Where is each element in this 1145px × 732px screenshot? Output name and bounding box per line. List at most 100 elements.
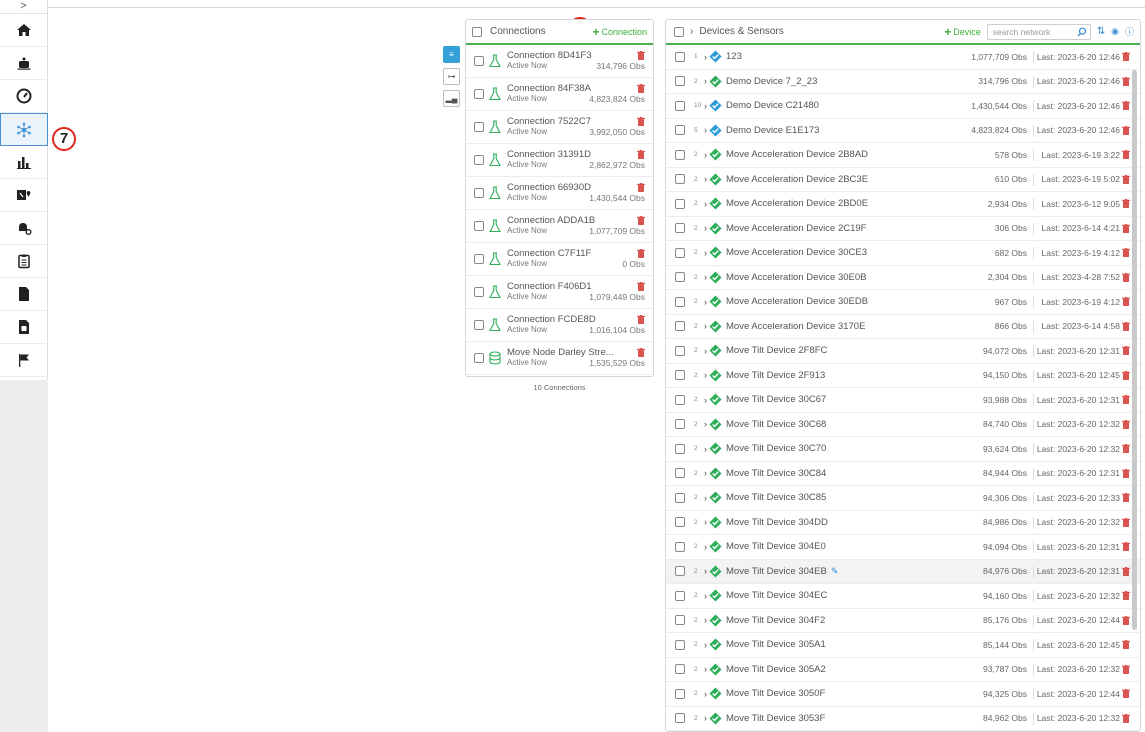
device-checkbox[interactable] [675, 247, 685, 258]
trash-icon[interactable] [1122, 689, 1130, 698]
connection-name[interactable]: Connection 84F38A [507, 84, 591, 94]
connection-row[interactable]: Connection 7522C7 Active Now 3,992,050 Obs [466, 111, 653, 144]
device-name[interactable]: Demo Device E1E173 [726, 125, 819, 136]
trash-icon[interactable] [637, 84, 645, 93]
connection-name[interactable]: Connection 66930D [507, 183, 591, 193]
device-row[interactable]: 5 › Demo Device E1E173 4,823,824 Obs Last: 2… [666, 119, 1140, 143]
device-row[interactable]: 2 › Move Tilt Device 304E0 94,094 Obs Last: … [666, 535, 1140, 560]
device-name[interactable]: Move Acceleration Device 2C19F [726, 223, 866, 234]
device-name[interactable]: Move Tilt Device 2F913 [726, 370, 825, 381]
device-checkbox[interactable] [675, 468, 685, 479]
device-name[interactable]: Move Tilt Device 30C70 [726, 443, 826, 454]
expand-chevron-icon[interactable]: › [704, 52, 707, 62]
trash-icon[interactable] [1122, 468, 1130, 478]
trash-icon[interactable] [1122, 395, 1130, 404]
device-name[interactable]: Move Tilt Device 30C84 [726, 468, 826, 479]
connection-row[interactable]: Connection 66930D Active Now 1,430,544 Obs [466, 177, 653, 210]
device-name[interactable]: Move Tilt Device 305A2 [726, 664, 826, 675]
trash-icon[interactable] [637, 315, 645, 324]
device-checkbox[interactable] [675, 419, 685, 430]
device-checkbox[interactable] [675, 370, 685, 381]
connection-name[interactable]: Connection F406D1 [507, 282, 592, 292]
trash-icon[interactable] [1122, 76, 1130, 86]
trash-icon[interactable] [1122, 199, 1130, 208]
device-row[interactable]: 2 › Move Tilt Device 304EC 94,160 Obs Last: … [666, 584, 1140, 609]
device-checkbox[interactable] [675, 394, 685, 405]
device-checkbox[interactable] [675, 590, 685, 601]
edit-pencil-icon[interactable]: ✎ [831, 566, 839, 577]
connection-row[interactable]: Connection C7F11F Active Now 0 Obs [466, 243, 653, 276]
device-name[interactable]: Move Tilt Device 305A1 [726, 639, 826, 650]
trash-icon[interactable] [637, 51, 645, 60]
device-row[interactable]: 2 › Move Tilt Device 30C68 84,740 Obs Last: … [666, 413, 1140, 437]
device-row[interactable]: 2 › Move Acceleration Device 30CE3 682 Obs L… [666, 241, 1140, 266]
expand-chevron-icon[interactable]: › [704, 517, 707, 527]
expand-chevron-icon[interactable]: › [704, 101, 707, 111]
nav-alerts[interactable] [0, 212, 48, 245]
device-checkbox[interactable] [675, 345, 685, 356]
device-row[interactable]: 2 › Move Tilt Device 30C84 84,944 Obs Last: … [666, 462, 1140, 486]
connection-name[interactable]: Connection 31391D [507, 150, 591, 160]
expand-chevron-icon[interactable]: › [704, 395, 707, 405]
connection-name[interactable]: Connection C7F11F [507, 249, 591, 259]
connection-checkbox[interactable] [474, 221, 484, 231]
expand-chevron-icon[interactable]: › [704, 272, 707, 282]
trash-icon[interactable] [637, 348, 645, 357]
trash-icon[interactable] [637, 282, 645, 291]
device-name[interactable]: Move Tilt Device 3050F [726, 688, 825, 699]
device-checkbox[interactable] [675, 639, 685, 650]
trash-icon[interactable] [1122, 517, 1130, 527]
device-name[interactable]: Move Acceleration Device 30CE3 [726, 247, 867, 258]
device-checkbox[interactable] [675, 100, 685, 111]
device-checkbox[interactable] [675, 125, 685, 136]
trash-icon[interactable] [637, 117, 645, 126]
device-checkbox[interactable] [675, 272, 685, 283]
device-row[interactable]: 2 › Move Tilt Device 2F8FC 94,072 Obs Last: … [666, 339, 1140, 364]
trash-icon[interactable] [1122, 640, 1130, 649]
device-checkbox[interactable] [675, 615, 685, 626]
expand-chevron-icon[interactable]: › [704, 444, 707, 454]
connection-row[interactable]: Connection F406D1 Active Now 1,079,449 Obs [466, 276, 653, 309]
nav-home[interactable] [0, 14, 48, 47]
device-name[interactable]: Move Acceleration Device 2B8AD [726, 149, 868, 160]
connection-checkbox[interactable] [474, 287, 484, 297]
device-row[interactable]: 2 › Move Acceleration Device 2C19F 306 Obs L… [666, 217, 1140, 241]
trash-icon[interactable] [1122, 444, 1130, 453]
device-row[interactable]: 2 › Move Tilt Device 3053F 84,962 Obs Last: … [666, 707, 1140, 731]
expand-chevron-icon[interactable]: › [704, 223, 707, 233]
connection-name[interactable]: Connection FCDE8D [507, 315, 596, 325]
device-checkbox[interactable] [675, 223, 685, 234]
trash-icon[interactable] [637, 249, 645, 258]
device-checkbox[interactable] [675, 566, 685, 577]
device-checkbox[interactable] [675, 713, 685, 724]
trash-icon[interactable] [1122, 566, 1130, 576]
connection-checkbox[interactable] [474, 122, 484, 132]
expand-chevron-icon[interactable]: › [704, 76, 707, 86]
device-row[interactable]: 2 › Move Acceleration Device 2BC3E 610 Obs L… [666, 168, 1140, 192]
device-row[interactable]: 2 › Move Tilt Device 304DD 84,986 Obs Last: … [666, 511, 1140, 535]
trash-icon[interactable] [1122, 174, 1130, 184]
expand-all-chevron-icon[interactable]: › [690, 26, 693, 37]
expand-chevron-icon[interactable]: › [704, 591, 707, 601]
trash-icon[interactable] [1122, 125, 1130, 135]
device-checkbox[interactable] [675, 541, 685, 552]
device-name[interactable]: Move Acceleration Device 30EDB [726, 296, 868, 307]
device-name[interactable]: Move Tilt Device 304EC [726, 590, 827, 601]
device-name[interactable]: Move Tilt Device 304DD [726, 517, 828, 528]
connection-checkbox[interactable] [474, 254, 484, 264]
nav-flag[interactable] [0, 344, 48, 377]
expand-chevron-icon[interactable]: › [704, 566, 707, 576]
device-name[interactable]: 123 [726, 51, 742, 62]
signal-view-button[interactable]: ▂▄ [443, 90, 460, 107]
trash-icon[interactable] [1122, 346, 1130, 355]
help-icon[interactable]: ⓘ [1125, 25, 1134, 38]
select-all-connections-checkbox[interactable] [472, 26, 482, 37]
device-row[interactable]: 2 › Move Tilt Device 30C67 93,988 Obs Last: … [666, 388, 1140, 413]
device-name[interactable]: Demo Device C21480 [726, 100, 819, 111]
sort-icon[interactable]: ⇅ [1097, 26, 1105, 37]
connection-checkbox[interactable] [474, 353, 484, 363]
expand-chevron-icon[interactable]: › [704, 664, 707, 674]
connection-checkbox[interactable] [474, 56, 484, 66]
trash-icon[interactable] [1122, 419, 1130, 429]
sidebar-collapse-button[interactable]: > [0, 0, 47, 14]
